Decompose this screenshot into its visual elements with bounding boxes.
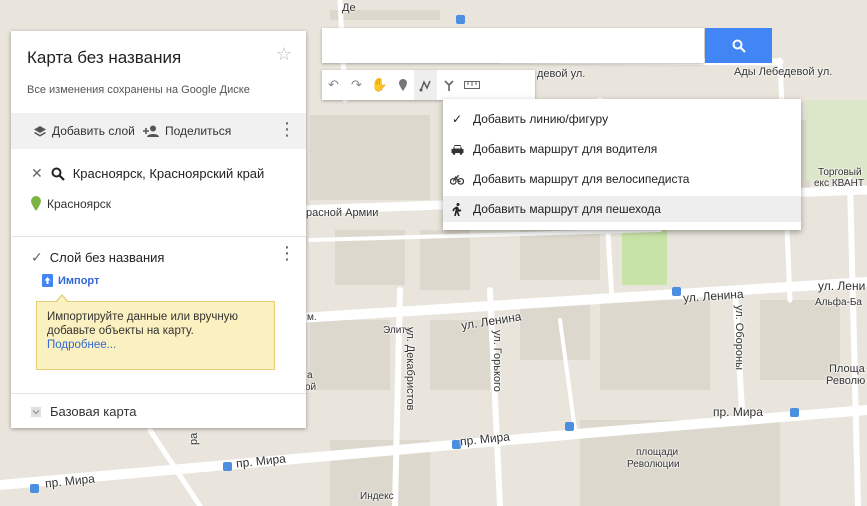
map-label-krasnoy-armii: расной Армии <box>306 207 379 219</box>
map-label-a: а <box>307 370 313 381</box>
draw-line-menu: ✓ Добавить линию/фигуру Добавить маршрут… <box>443 99 801 230</box>
search-icon <box>732 39 746 53</box>
map-label-mira-1: пр. Мира <box>713 405 763 419</box>
result-item[interactable]: Красноярск <box>31 196 111 211</box>
menu-item-label: Добавить маршрут для пешехода <box>473 202 661 216</box>
ruler-icon[interactable] <box>460 70 483 100</box>
close-icon[interactable]: ✕ <box>31 165 43 182</box>
save-status-text: Все изменения сохранены на Google Диске <box>27 84 250 96</box>
panel-more-icon[interactable]: ⋮ <box>278 119 296 140</box>
map-label-ra: ра <box>188 432 200 445</box>
walking-icon <box>450 202 464 216</box>
add-person-icon <box>143 125 159 137</box>
layer-checkbox[interactable]: ✓ <box>31 249 43 266</box>
search-button[interactable] <box>705 28 772 63</box>
map-label-ploshadi: площади <box>636 447 679 458</box>
car-icon <box>450 144 464 155</box>
map-label-alfa-bank: Альфа-Ба <box>815 297 862 308</box>
map-label-oborony: ул. Обороны <box>733 305 745 370</box>
map-label-torgovy: Торговый <box>818 167 862 178</box>
map-toolbar: ↶ ↷ ✋ <box>322 70 535 100</box>
hand-icon[interactable]: ✋ <box>368 70 391 100</box>
menu-item-label: Добавить маршрут для велосипедиста <box>473 172 690 186</box>
layer-more-icon[interactable]: ⋮ <box>278 243 296 264</box>
map-label-lebedevoy-ul: Ады Лебедевой ул. <box>734 66 833 78</box>
import-link[interactable]: Импорт <box>42 274 99 287</box>
add-layer-button[interactable]: Добавить слой <box>33 124 135 138</box>
panel-toolbar: Добавить слой Поделиться ⋮ <box>11 113 306 149</box>
menu-item-walking-route[interactable]: Добавить маршрут для пешехода <box>443 196 801 222</box>
map-label-dekabristov: ул. Декабристов <box>404 327 416 411</box>
map-search-box <box>322 28 704 63</box>
base-map-label: Базовая карта <box>50 404 137 419</box>
map-layers-panel: Карта без названия ☆ Все изменения сохра… <box>11 31 306 428</box>
map-label-indeks: Индекс <box>360 491 394 502</box>
search-query-text[interactable]: Красноярск, Красноярский край <box>73 166 265 181</box>
map-label-gorkogo: ул. Горького <box>491 330 503 392</box>
map-label-lenina-3: ул. Лени <box>818 279 866 293</box>
map-label-revolyucii: Революции <box>627 459 680 470</box>
share-button[interactable]: Поделиться <box>143 124 231 138</box>
redo-icon[interactable]: ↷ <box>345 70 368 100</box>
expand-icon <box>31 406 41 417</box>
layer-header: ✓ Слой без названия <box>31 249 164 266</box>
undo-icon[interactable]: ↶ <box>322 70 345 100</box>
map-title[interactable]: Карта без названия <box>27 48 181 68</box>
menu-item-bicycle-route[interactable]: Добавить маршрут для велосипедиста <box>443 166 801 192</box>
map-label-oy: ой <box>305 382 317 393</box>
import-tip: Импортируйте данные или вручную добавьте… <box>36 294 275 370</box>
map-label-de: Де <box>342 2 356 14</box>
import-label: Импорт <box>58 274 100 287</box>
menu-item-driving-route[interactable]: Добавить маршрут для водителя <box>443 136 801 162</box>
learn-more-link[interactable]: Подробнее... <box>47 339 116 351</box>
draw-line-icon[interactable] <box>414 70 437 100</box>
check-icon: ✓ <box>451 112 463 126</box>
base-map-row[interactable]: Базовая карта <box>31 404 137 419</box>
upload-file-icon <box>42 274 53 287</box>
map-label-m: м. <box>307 312 317 323</box>
search-result-layer: ✕ Красноярск, Красноярский край <box>31 165 264 182</box>
directions-icon[interactable] <box>437 70 460 100</box>
map-label-kvant: екс КВАНТ <box>814 178 864 189</box>
result-label: Красноярск <box>47 196 112 211</box>
search-icon <box>51 167 65 181</box>
add-marker-icon[interactable] <box>391 70 414 100</box>
divider <box>11 393 306 394</box>
divider <box>11 236 306 237</box>
layer-name[interactable]: Слой без названия <box>50 250 165 265</box>
map-label-lebedevoy-short: девой ул. <box>537 68 586 80</box>
menu-item-label: Добавить линию/фигуру <box>473 112 609 126</box>
map-pin-icon <box>31 196 41 211</box>
add-layer-label: Добавить слой <box>52 124 135 138</box>
bicycle-icon <box>450 174 464 185</box>
menu-item-label: Добавить маршрут для водителя <box>473 142 658 156</box>
menu-item-add-line[interactable]: ✓ Добавить линию/фигуру <box>443 106 801 132</box>
map-label-revolyu-right: Револю <box>826 375 866 387</box>
share-label: Поделиться <box>165 124 232 138</box>
map-search-input[interactable] <box>330 28 694 63</box>
star-icon[interactable]: ☆ <box>276 44 292 65</box>
layers-icon <box>34 125 46 137</box>
tip-text: Импортируйте данные или вручную добавьте… <box>47 311 239 337</box>
map-label-ploshad-right: Площа <box>829 363 865 375</box>
